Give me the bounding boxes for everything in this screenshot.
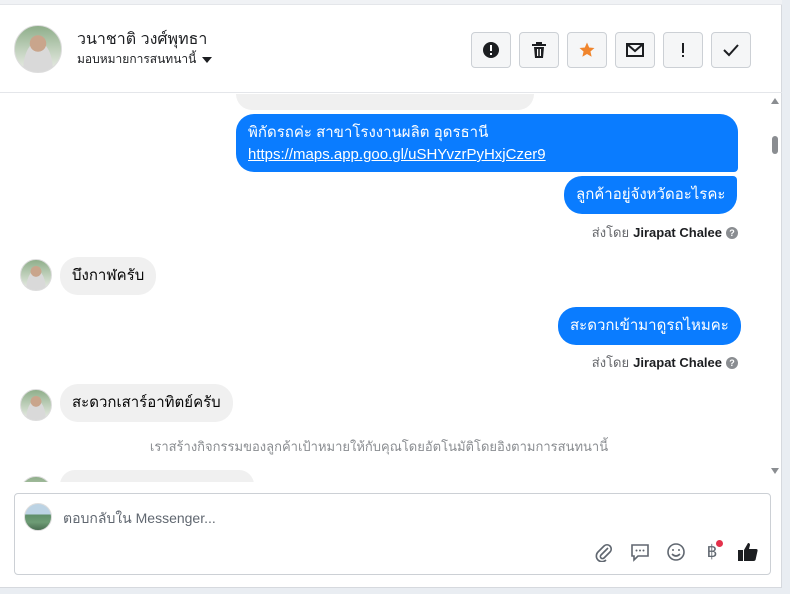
contact-avatar[interactable]: [14, 25, 62, 73]
composer-tools: ฿: [592, 540, 760, 564]
saved-reply-icon: [631, 544, 649, 562]
notification-dot: [716, 540, 723, 547]
message-bubble-incoming[interactable]: [60, 470, 254, 482]
help-icon[interactable]: ?: [726, 356, 738, 369]
message-bubble-incoming[interactable]: สะดวกเสาร์อาทิตย์ครับ: [60, 384, 233, 422]
scrollbar[interactable]: [768, 94, 782, 482]
message-bubble-outgoing[interactable]: พิกัดรถค่ะ สาขาโรงงานผลิต อุดรธานี https…: [236, 114, 738, 172]
contact-name[interactable]: วนาชาติ วงศ์พุทธา: [77, 27, 207, 52]
star-button[interactable]: [567, 32, 607, 68]
follow-up-button[interactable]: [663, 32, 703, 68]
map-link[interactable]: https://maps.app.goo.gl/uSHYvzrPyHxjCzer…: [248, 144, 726, 166]
scroll-up-arrow-icon[interactable]: [771, 98, 779, 104]
system-note: เราสร้างกิจกรรมของลูกค้าเป้าหมายให้กับคุ…: [149, 439, 609, 454]
sent-by-label: ส่งโดย Jirapat Chalee ?: [592, 352, 738, 373]
reply-composer: ฿: [14, 493, 771, 575]
trash-icon: [532, 42, 546, 58]
assign-dropdown[interactable]: มอบหมายการสนทนานี้: [77, 50, 213, 69]
mark-done-button[interactable]: [711, 32, 751, 68]
payment-button[interactable]: ฿: [700, 540, 724, 564]
contact-avatar[interactable]: [20, 476, 52, 482]
mark-spam-button[interactable]: [471, 32, 511, 68]
action-toolbar: [471, 32, 751, 68]
message-bubble-outgoing[interactable]: สะดวกเข้ามาดูรถไหมคะ: [558, 307, 741, 345]
conversation-panel: วนาชาติ วงศ์พุทธา มอบหมายการสนทนานี้ พิก…: [0, 0, 782, 588]
like-icon: [738, 543, 758, 561]
message-thread[interactable]: พิกัดรถค่ะ สาขาโรงงานผลิต อุดรธานี https…: [0, 94, 768, 482]
alert-circle-icon: [483, 42, 499, 58]
star-icon: [579, 42, 595, 57]
message-bubble-outgoing[interactable]: ลูกค้าอยู่จังหวัดอะไรคะ: [564, 176, 738, 214]
paperclip-icon: [595, 543, 613, 562]
emoji-button[interactable]: [664, 540, 688, 564]
message-bubble-incoming: [236, 94, 534, 110]
emoji-icon: [667, 543, 685, 561]
message-text: พิกัดรถค่ะ สาขาโรงงานผลิต อุดรธานี: [248, 124, 489, 141]
help-icon[interactable]: ?: [726, 226, 738, 239]
sent-by-prefix: ส่งโดย: [591, 225, 630, 240]
sent-by-label: ส่งโดย Jirapat Chalee ?: [592, 222, 738, 243]
scrollbar-thumb[interactable]: [772, 136, 778, 154]
mark-unread-button[interactable]: [615, 32, 655, 68]
sent-by-prefix: ส่งโดย: [591, 355, 630, 370]
exclamation-icon: [682, 43, 684, 57]
message-bubble-incoming[interactable]: บึงกาฬครับ: [60, 257, 157, 295]
page-avatar: [24, 503, 52, 531]
conversation-header: วนาชาติ วงศ์พุทธา มอบหมายการสนทนานี้: [0, 5, 782, 93]
contact-avatar[interactable]: [20, 259, 52, 291]
contact-avatar[interactable]: [20, 389, 52, 421]
chevron-down-icon: [202, 56, 213, 63]
reply-input[interactable]: [63, 508, 753, 528]
scroll-down-arrow-icon[interactable]: [771, 468, 779, 474]
check-icon: [723, 44, 739, 57]
sender-name: Jirapat Chalee: [633, 225, 722, 240]
sender-name: Jirapat Chalee: [633, 355, 722, 370]
envelope-icon: [626, 43, 644, 57]
delete-button[interactable]: [519, 32, 559, 68]
attach-button[interactable]: [592, 540, 616, 564]
assign-label: มอบหมายการสนทนานี้: [77, 52, 197, 66]
like-button[interactable]: [736, 540, 760, 564]
saved-reply-button[interactable]: [628, 540, 652, 564]
